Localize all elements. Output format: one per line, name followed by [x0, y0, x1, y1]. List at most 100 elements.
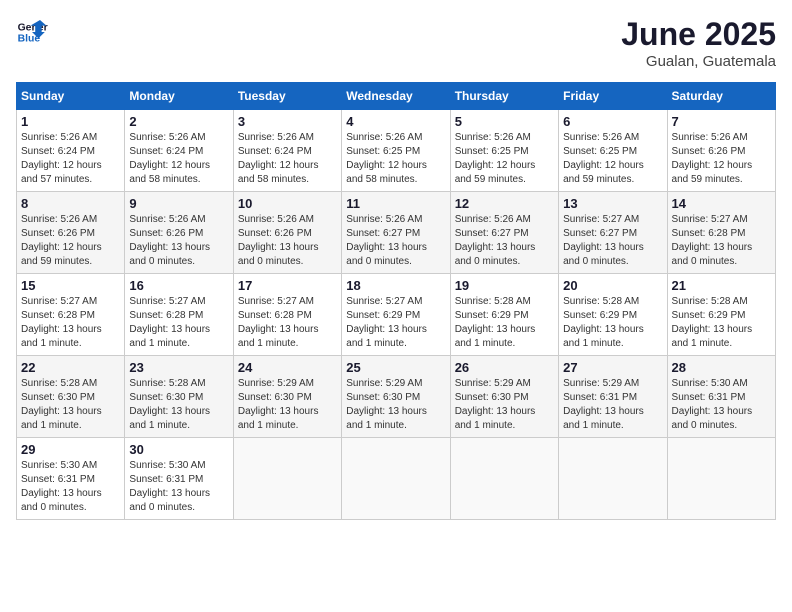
day-number: 30 — [129, 442, 228, 457]
day-number: 29 — [21, 442, 120, 457]
day-number: 5 — [455, 114, 554, 129]
day-info: Sunrise: 5:27 AMSunset: 6:27 PMDaylight:… — [563, 213, 662, 269]
day-number: 13 — [563, 196, 662, 211]
calendar-day-cell: 19 Sunrise: 5:28 AMSunset: 6:29 PMDayligh… — [450, 274, 558, 356]
calendar-day-cell — [667, 438, 775, 520]
calendar-day-cell: 10 Sunrise: 5:26 AMSunset: 6:26 PMDayligh… — [233, 192, 341, 274]
day-info: Sunrise: 5:26 AMSunset: 6:24 PMDaylight:… — [129, 131, 228, 187]
day-info: Sunrise: 5:27 AMSunset: 6:28 PMDaylight:… — [129, 295, 228, 351]
calendar-day-cell: 8 Sunrise: 5:26 AMSunset: 6:26 PMDaylight… — [17, 192, 125, 274]
day-number: 19 — [455, 278, 554, 293]
calendar-day-cell: 17 Sunrise: 5:27 AMSunset: 6:28 PMDayligh… — [233, 274, 341, 356]
day-number: 20 — [563, 278, 662, 293]
calendar-day-cell — [233, 438, 341, 520]
day-info: Sunrise: 5:26 AMSunset: 6:25 PMDaylight:… — [455, 131, 554, 187]
day-number: 14 — [672, 196, 771, 211]
day-number: 6 — [563, 114, 662, 129]
day-info: Sunrise: 5:29 AMSunset: 6:30 PMDaylight:… — [346, 377, 445, 433]
day-info: Sunrise: 5:26 AMSunset: 6:26 PMDaylight:… — [129, 213, 228, 269]
day-info: Sunrise: 5:30 AMSunset: 6:31 PMDaylight:… — [21, 459, 120, 515]
day-number: 22 — [21, 360, 120, 375]
day-number: 18 — [346, 278, 445, 293]
day-number: 26 — [455, 360, 554, 375]
calendar-day-cell: 22 Sunrise: 5:28 AMSunset: 6:30 PMDayligh… — [17, 356, 125, 438]
logo-icon: General Blue — [16, 16, 48, 48]
day-info: Sunrise: 5:26 AMSunset: 6:27 PMDaylight:… — [346, 213, 445, 269]
day-number: 8 — [21, 196, 120, 211]
day-number: 21 — [672, 278, 771, 293]
calendar-day-cell: 9 Sunrise: 5:26 AMSunset: 6:26 PMDaylight… — [125, 192, 233, 274]
day-info: Sunrise: 5:29 AMSunset: 6:30 PMDaylight:… — [455, 377, 554, 433]
calendar-day-cell: 16 Sunrise: 5:27 AMSunset: 6:28 PMDayligh… — [125, 274, 233, 356]
calendar-week-row: 8 Sunrise: 5:26 AMSunset: 6:26 PMDaylight… — [17, 192, 776, 274]
day-number: 16 — [129, 278, 228, 293]
day-info: Sunrise: 5:26 AMSunset: 6:25 PMDaylight:… — [346, 131, 445, 187]
calendar-header-row: SundayMondayTuesdayWednesdayThursdayFrid… — [17, 83, 776, 110]
day-number: 23 — [129, 360, 228, 375]
calendar-week-row: 1 Sunrise: 5:26 AMSunset: 6:24 PMDaylight… — [17, 110, 776, 192]
calendar-day-cell: 12Sunrise: 5:26 AMSunset: 6:27 PMDayligh… — [450, 192, 558, 274]
day-number: 4 — [346, 114, 445, 129]
day-number: 28 — [672, 360, 771, 375]
day-number: 9 — [129, 196, 228, 211]
day-info: Sunrise: 5:26 AMSunset: 6:24 PMDaylight:… — [238, 131, 337, 187]
day-number: 17 — [238, 278, 337, 293]
day-number: 10 — [238, 196, 337, 211]
calendar-day-cell: 25 Sunrise: 5:29 AMSunset: 6:30 PMDayligh… — [342, 356, 450, 438]
day-info: Sunrise: 5:26 AMSunset: 6:24 PMDaylight:… — [21, 131, 120, 187]
calendar-day-cell: 11 Sunrise: 5:26 AMSunset: 6:27 PMDayligh… — [342, 192, 450, 274]
day-number: 27 — [563, 360, 662, 375]
calendar-day-cell — [342, 438, 450, 520]
calendar-week-row: 15Sunrise: 5:27 AMSunset: 6:28 PMDayligh… — [17, 274, 776, 356]
day-number: 24 — [238, 360, 337, 375]
day-number: 25 — [346, 360, 445, 375]
day-info: Sunrise: 5:26 AMSunset: 6:26 PMDaylight:… — [21, 213, 120, 269]
day-info: Sunrise: 5:28 AMSunset: 6:29 PMDaylight:… — [672, 295, 771, 351]
calendar-day-cell: 24 Sunrise: 5:29 AMSunset: 6:30 PMDayligh… — [233, 356, 341, 438]
day-info: Sunrise: 5:29 AMSunset: 6:30 PMDaylight:… — [238, 377, 337, 433]
page-header: General Blue June 2025 Gualan, Guatemala — [16, 16, 776, 70]
day-number: 3 — [238, 114, 337, 129]
calendar-day-cell: 6 Sunrise: 5:26 AMSunset: 6:25 PMDaylight… — [559, 110, 667, 192]
calendar-day-cell: 21 Sunrise: 5:28 AMSunset: 6:29 PMDayligh… — [667, 274, 775, 356]
day-info: Sunrise: 5:28 AMSunset: 6:29 PMDaylight:… — [563, 295, 662, 351]
calendar-day-cell: 18Sunrise: 5:27 AMSunset: 6:29 PMDayligh… — [342, 274, 450, 356]
calendar-day-cell — [450, 438, 558, 520]
day-number: 7 — [672, 114, 771, 129]
title-area: June 2025 Gualan, Guatemala — [621, 16, 776, 70]
calendar-day-cell: 30 Sunrise: 5:30 AMSunset: 6:31 PMDayligh… — [125, 438, 233, 520]
day-info: Sunrise: 5:28 AMSunset: 6:30 PMDaylight:… — [129, 377, 228, 433]
weekday-header-tuesday: Tuesday — [233, 83, 341, 110]
weekday-header-wednesday: Wednesday — [342, 83, 450, 110]
day-number: 2 — [129, 114, 228, 129]
calendar-day-cell: 20 Sunrise: 5:28 AMSunset: 6:29 PMDayligh… — [559, 274, 667, 356]
location-subtitle: Gualan, Guatemala — [621, 53, 776, 70]
month-title: June 2025 — [621, 16, 776, 53]
calendar-week-row: 22 Sunrise: 5:28 AMSunset: 6:30 PMDayligh… — [17, 356, 776, 438]
calendar-day-cell: 3 Sunrise: 5:26 AMSunset: 6:24 PMDaylight… — [233, 110, 341, 192]
calendar-day-cell: 27Sunrise: 5:29 AMSunset: 6:31 PMDayligh… — [559, 356, 667, 438]
day-info: Sunrise: 5:27 AMSunset: 6:28 PMDaylight:… — [21, 295, 120, 351]
day-number: 11 — [346, 196, 445, 211]
day-info: Sunrise: 5:27 AMSunset: 6:28 PMDaylight:… — [238, 295, 337, 351]
day-info: Sunrise: 5:28 AMSunset: 6:29 PMDaylight:… — [455, 295, 554, 351]
calendar-day-cell: 23 Sunrise: 5:28 AMSunset: 6:30 PMDayligh… — [125, 356, 233, 438]
day-info: Sunrise: 5:30 AMSunset: 6:31 PMDaylight:… — [129, 459, 228, 515]
day-info: Sunrise: 5:26 AMSunset: 6:26 PMDaylight:… — [672, 131, 771, 187]
weekday-header-friday: Friday — [559, 83, 667, 110]
weekday-header-saturday: Saturday — [667, 83, 775, 110]
calendar-day-cell: 5 Sunrise: 5:26 AMSunset: 6:25 PMDaylight… — [450, 110, 558, 192]
calendar-day-cell: 4 Sunrise: 5:26 AMSunset: 6:25 PMDaylight… — [342, 110, 450, 192]
weekday-header-thursday: Thursday — [450, 83, 558, 110]
calendar-day-cell: 2 Sunrise: 5:26 AMSunset: 6:24 PMDaylight… — [125, 110, 233, 192]
calendar-day-cell: 14 Sunrise: 5:27 AMSunset: 6:28 PMDayligh… — [667, 192, 775, 274]
weekday-header-sunday: Sunday — [17, 83, 125, 110]
calendar-day-cell: 1 Sunrise: 5:26 AMSunset: 6:24 PMDaylight… — [17, 110, 125, 192]
day-info: Sunrise: 5:27 AMSunset: 6:28 PMDaylight:… — [672, 213, 771, 269]
day-info: Sunrise: 5:26 AMSunset: 6:25 PMDaylight:… — [563, 131, 662, 187]
day-info: Sunrise: 5:28 AMSunset: 6:30 PMDaylight:… — [21, 377, 120, 433]
day-info: Sunrise: 5:26 AMSunset: 6:26 PMDaylight:… — [238, 213, 337, 269]
calendar-day-cell: 26 Sunrise: 5:29 AMSunset: 6:30 PMDayligh… — [450, 356, 558, 438]
day-number: 1 — [21, 114, 120, 129]
calendar-day-cell: 28Sunrise: 5:30 AMSunset: 6:31 PMDayligh… — [667, 356, 775, 438]
